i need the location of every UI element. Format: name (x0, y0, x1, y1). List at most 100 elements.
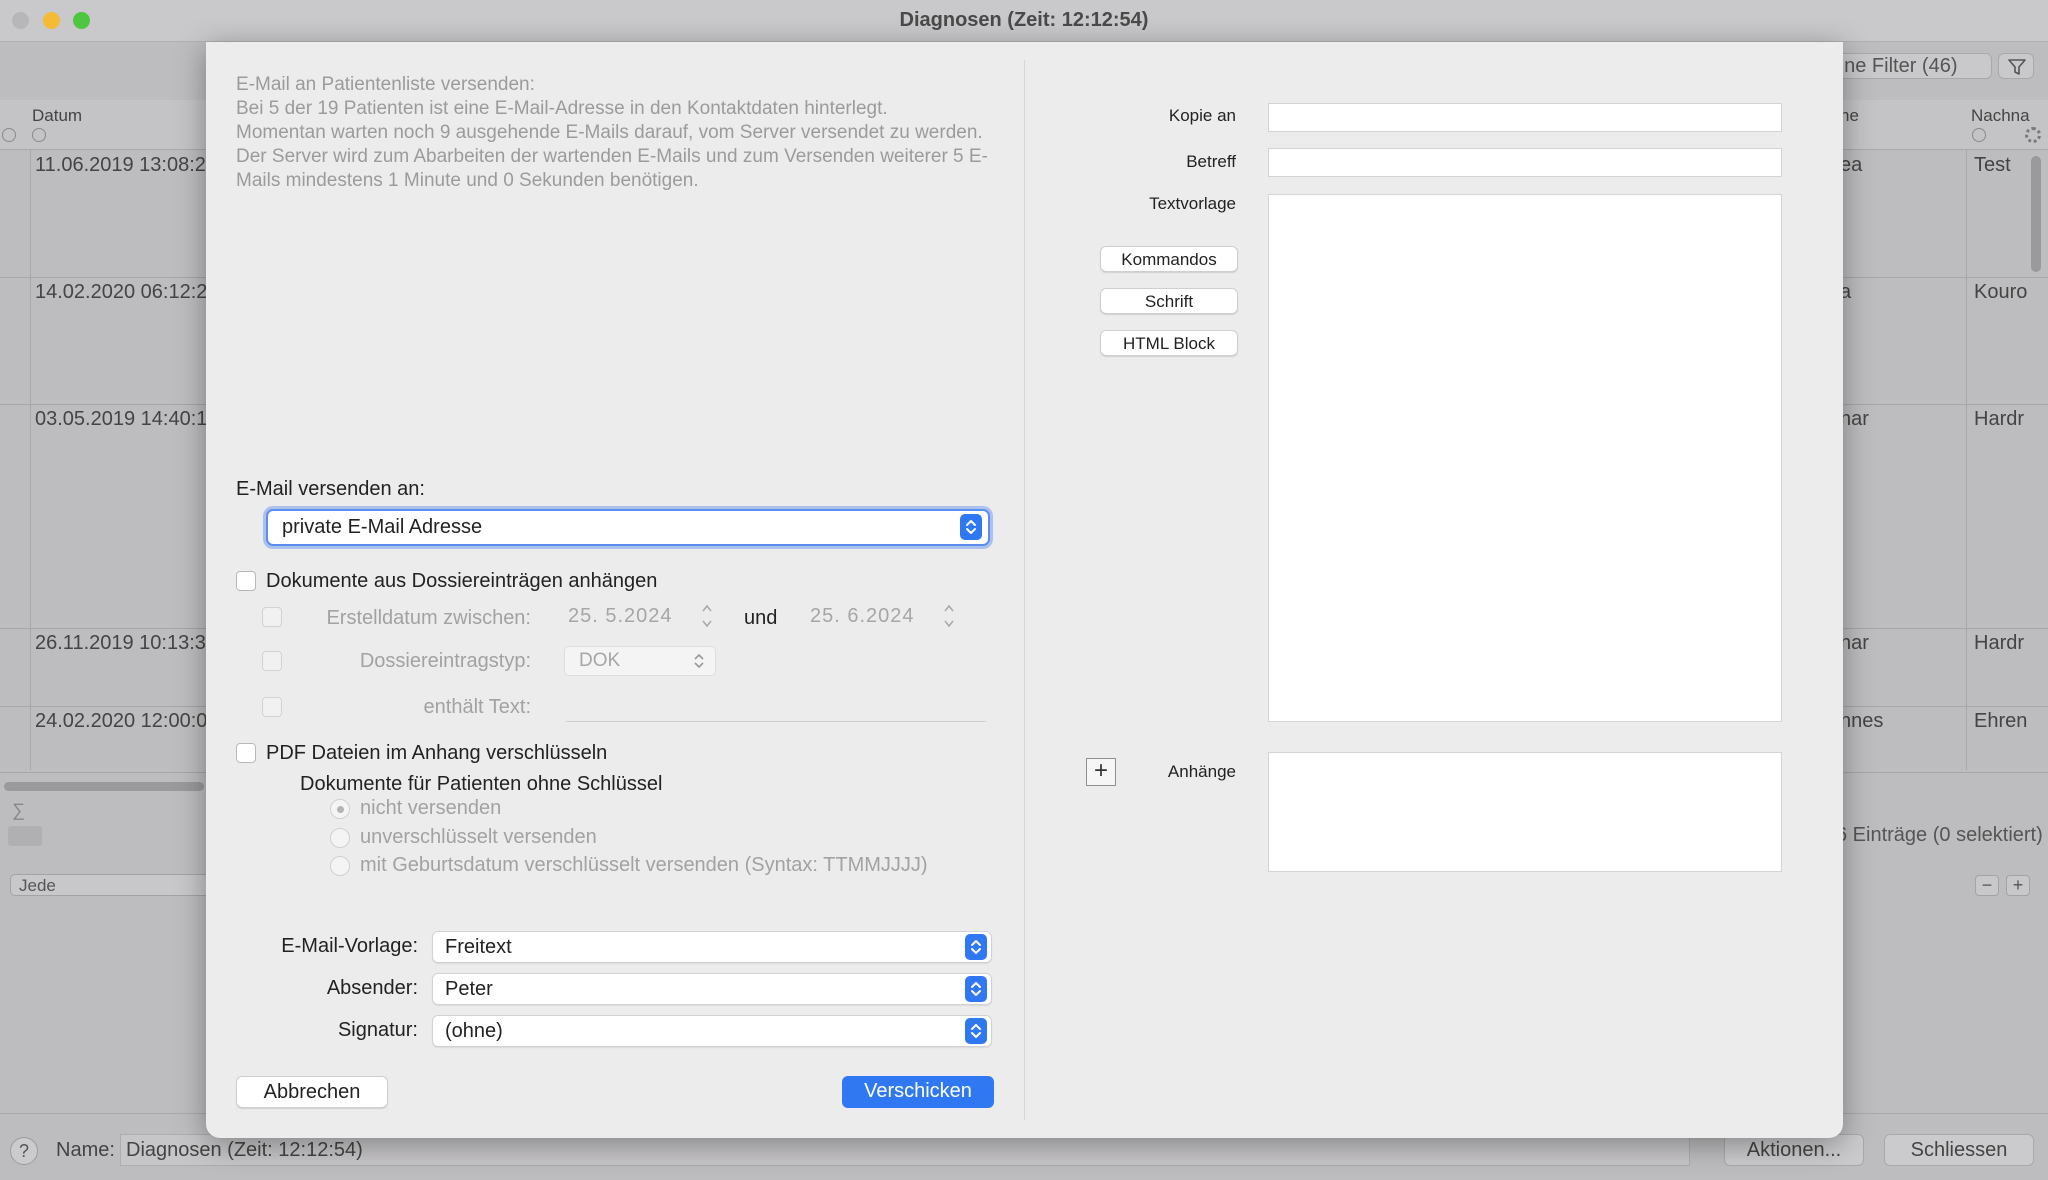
contains-text-field[interactable] (566, 721, 986, 722)
encrypt-pdf-label: PDF Dateien im Anhang verschlüsseln (266, 742, 608, 764)
table-cell-date[interactable]: 24.02.2020 12:00:0 (35, 710, 207, 733)
table-cell-surname[interactable]: Hardr (1974, 632, 2024, 655)
subject-field[interactable] (1268, 148, 1782, 177)
radio-unencrypted[interactable] (330, 828, 350, 848)
column-divider (1966, 150, 1967, 770)
radio-not-send[interactable] (330, 799, 350, 819)
subject-label: Betreff (1186, 152, 1236, 171)
table-cell-date[interactable]: 26.11.2019 10:13:3 (35, 632, 206, 655)
window-title: Diagnosen (Zeit: 12:12:54) (899, 9, 1149, 31)
filter-select[interactable]: Jede (10, 874, 210, 896)
table-cell[interactable]: ea (1840, 154, 1862, 177)
dialog-info-text: E-Mail an Patientenliste versenden: Bei 5… (236, 73, 996, 193)
table-cell[interactable]: nar (1840, 408, 1869, 431)
and-label: und (744, 607, 778, 629)
send-to-select[interactable]: private E-Mail Adresse (266, 509, 990, 546)
send-to-value: private E-Mail Adresse (282, 516, 483, 538)
table-cell-surname[interactable]: Hardr (1974, 408, 2024, 431)
entry-type-value: DOK (579, 650, 621, 671)
template-value: Freitext (445, 936, 512, 958)
signature-label: Signatur: (337, 1019, 418, 1041)
created-between-label: Erstelldatum zwischen: (326, 607, 531, 629)
gear-icon[interactable] (2025, 127, 2041, 143)
statistics-icon[interactable] (8, 826, 42, 846)
text-template-editor[interactable] (1268, 194, 1782, 722)
chevron-updown-icon (965, 934, 987, 960)
chevron-updown-icon (702, 604, 712, 628)
info-line: E-Mail an Patientenliste versenden: Bei 5… (236, 73, 996, 193)
table-cell-date[interactable]: 03.05.2019 14:40:1 (35, 408, 207, 431)
date-from-stepper[interactable] (700, 601, 714, 631)
signature-select[interactable]: (ohne) (432, 1015, 992, 1047)
row-select-all-radio[interactable] (2, 128, 16, 142)
filter-icon (2008, 59, 2026, 75)
info-line: E-Mail an Patientenliste versenden: (236, 74, 535, 95)
attachments-list[interactable] (1268, 752, 1782, 872)
template-select[interactable]: Freitext (432, 931, 992, 963)
chevron-updown-icon (944, 604, 954, 628)
remove-row-button[interactable]: − (1975, 875, 1999, 896)
html-block-button[interactable]: HTML Block (1100, 330, 1238, 356)
horizontal-scrollbar[interactable] (4, 782, 204, 791)
vertical-scrollbar[interactable] (2031, 156, 2041, 272)
table-cell-surname[interactable]: Ehren (1974, 710, 2027, 733)
send-button[interactable]: Verschicken (842, 1076, 994, 1108)
attachments-label: Anhänge (1167, 762, 1236, 781)
no-key-heading: Dokumente für Patienten ohne Schlüssel (300, 773, 663, 795)
sender-select[interactable]: Peter (432, 973, 992, 1005)
table-cell[interactable]: nnes (1840, 710, 1883, 733)
cc-field[interactable] (1268, 103, 1782, 132)
font-button[interactable]: Schrift (1100, 288, 1238, 314)
chevron-updown-icon (960, 514, 982, 540)
close-button[interactable]: Schliessen (1884, 1134, 2034, 1166)
created-date-checkbox[interactable] (262, 607, 282, 627)
column-header-date[interactable]: Datum (32, 106, 82, 126)
entry-type-select[interactable]: DOK (564, 646, 716, 676)
entry-type-label: Dossiereintragstyp: (359, 650, 531, 672)
text-template-label: Textvorlage (1149, 194, 1236, 213)
actions-button[interactable]: Aktionen... (1724, 1134, 1864, 1166)
table-cell-date[interactable]: 14.02.2020 06:12:2 (35, 281, 207, 304)
table-cell[interactable]: nar (1840, 632, 1869, 655)
contains-text-checkbox[interactable] (262, 697, 282, 717)
table-cell-date[interactable]: 11.06.2019 13:08:2 (35, 154, 206, 177)
info-line: Bei 5 der 19 Patienten ist eine E-Mail-A… (236, 98, 888, 119)
filter-button[interactable] (1998, 53, 2034, 79)
radio-birthdate-label: mit Geburtsdatum verschlüsselt versenden… (360, 854, 928, 876)
chevron-updown-icon (965, 976, 987, 1002)
filter-status[interactable]: hne Filter (46) (1830, 53, 1992, 79)
info-line: Momentan warten noch 9 ausgehende E-Mail… (236, 122, 988, 191)
sender-label: Absender: (326, 977, 418, 999)
table-cell-surname[interactable]: Kouro (1974, 281, 2027, 304)
cancel-button[interactable]: Abbrechen (236, 1076, 388, 1108)
table-cell-surname[interactable]: Test (1974, 154, 2011, 177)
sender-value: Peter (445, 978, 493, 1000)
surname-filter-radio[interactable] (1972, 128, 1986, 142)
dialog-divider (1024, 60, 1025, 1120)
column-header-surname[interactable]: Nachna (1971, 106, 2030, 126)
date-filter-radio[interactable] (32, 128, 46, 142)
encrypt-pdf-checkbox[interactable] (236, 743, 256, 763)
cc-label: Kopie an (1168, 106, 1236, 125)
date-to-stepper[interactable] (942, 601, 956, 631)
attach-docs-label: Dokumente aus Dossiereinträgen anhängen (266, 570, 658, 592)
template-label: E-Mail-Vorlage: (281, 935, 418, 957)
name-field[interactable]: Diagnosen (Zeit: 12:12:54) (120, 1134, 1690, 1166)
date-to-field[interactable]: 25. 6.2024 (810, 601, 940, 631)
help-button[interactable]: ? (10, 1137, 38, 1165)
column-divider (30, 150, 31, 770)
entries-count: 6 Einträge (0 selektiert) (1836, 824, 2043, 846)
entry-type-checkbox[interactable] (262, 651, 282, 671)
window-titlebar: Diagnosen (Zeit: 12:12:54) (0, 0, 2048, 42)
send-to-label: E-Mail versenden an: (236, 478, 425, 500)
chevron-updown-icon (965, 1018, 987, 1044)
radio-birthdate[interactable] (330, 856, 350, 876)
date-from-field[interactable]: 25. 5.2024 (568, 601, 698, 631)
contains-text-label: enthält Text: (423, 696, 531, 718)
sum-icon[interactable]: ∑ (12, 800, 25, 821)
attach-docs-checkbox[interactable] (236, 571, 256, 591)
add-row-button[interactable]: + (2006, 875, 2030, 896)
signature-value: (ohne) (445, 1020, 503, 1042)
commands-button[interactable]: Kommandos (1100, 246, 1238, 272)
name-label: Name: (56, 1139, 115, 1161)
